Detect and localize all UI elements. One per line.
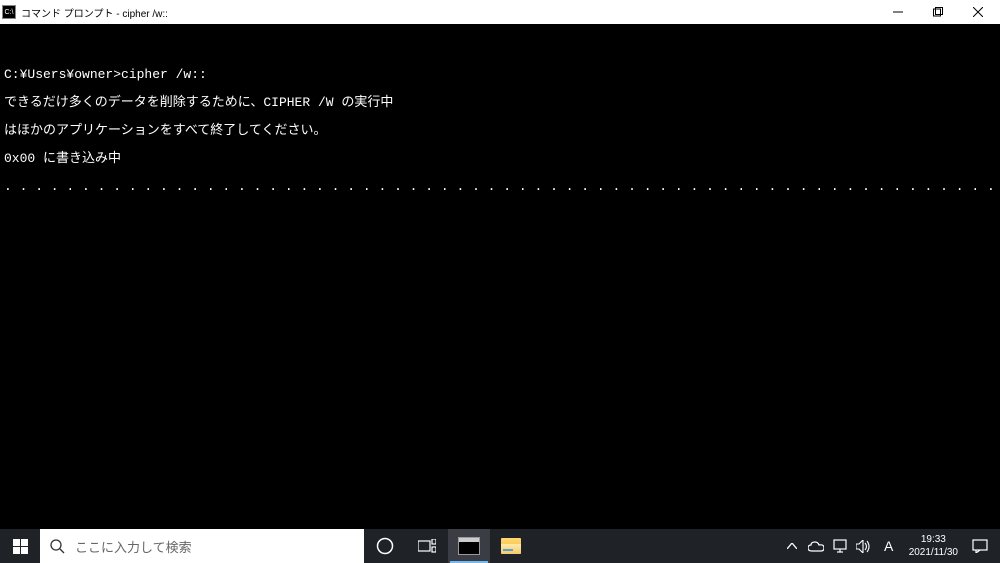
window-titlebar: C:\ コマンド プロンプト - cipher /w:: bbox=[0, 0, 1000, 24]
window-title: コマンド プロンプト - cipher /w:: bbox=[21, 5, 878, 20]
terminal-line bbox=[4, 40, 996, 54]
task-view-button[interactable] bbox=[406, 529, 448, 563]
ime-indicator[interactable]: A bbox=[877, 529, 901, 563]
terminal-line: はほかのアプリケーションをすべて終了してください。 bbox=[4, 124, 996, 138]
taskbar-search[interactable]: ここに入力して検索 bbox=[40, 529, 364, 563]
monitor-icon bbox=[833, 539, 847, 553]
search-placeholder: ここに入力して検索 bbox=[75, 537, 192, 556]
chevron-up-icon bbox=[787, 543, 797, 549]
maximize-button[interactable] bbox=[918, 0, 958, 24]
speaker-icon bbox=[856, 540, 871, 553]
folder-icon bbox=[501, 538, 521, 554]
clock-date: 2021/11/30 bbox=[909, 546, 958, 559]
cortana-button[interactable] bbox=[364, 529, 406, 563]
start-button[interactable] bbox=[0, 529, 40, 563]
terminal-progress-line: . . . . . . . . . . . . . . . . . . . . … bbox=[4, 180, 996, 194]
cloud-icon bbox=[808, 541, 824, 552]
terminal-line: できるだけ多くのデータを削除するために、CIPHER /W の実行中 bbox=[4, 96, 996, 110]
terminal-prompt-line: C:¥Users¥owner>cipher /w:: bbox=[4, 68, 996, 82]
taskbar-items bbox=[364, 529, 532, 563]
window-controls bbox=[878, 0, 998, 24]
notification-icon bbox=[972, 539, 988, 553]
minimize-button[interactable] bbox=[878, 0, 918, 24]
action-center-button[interactable] bbox=[966, 529, 994, 563]
tray-chevron-up[interactable] bbox=[781, 529, 803, 563]
tray-network[interactable] bbox=[829, 529, 851, 563]
tray-volume[interactable] bbox=[853, 529, 875, 563]
tray-onedrive[interactable] bbox=[805, 529, 827, 563]
cmd-app-icon bbox=[458, 537, 480, 555]
circle-icon bbox=[376, 537, 394, 555]
terminal-output[interactable]: C:¥Users¥owner>cipher /w:: できるだけ多くのデータを削… bbox=[0, 24, 1000, 529]
clock-time: 19:33 bbox=[909, 533, 958, 546]
windows-logo-icon bbox=[13, 539, 28, 554]
terminal-line: 0x00 に書き込み中 bbox=[4, 152, 996, 166]
close-button[interactable] bbox=[958, 0, 998, 24]
cmd-titlebar-icon: C:\ bbox=[2, 5, 16, 19]
taskbar-app-cmd[interactable] bbox=[448, 529, 490, 563]
taskbar-app-explorer[interactable] bbox=[490, 529, 532, 563]
taskbar: ここに入力して検索 A bbox=[0, 529, 1000, 563]
system-tray: A 19:33 2021/11/30 bbox=[781, 529, 1000, 563]
taskbar-clock[interactable]: 19:33 2021/11/30 bbox=[903, 533, 964, 559]
search-icon bbox=[50, 539, 65, 554]
task-view-icon bbox=[418, 539, 436, 553]
